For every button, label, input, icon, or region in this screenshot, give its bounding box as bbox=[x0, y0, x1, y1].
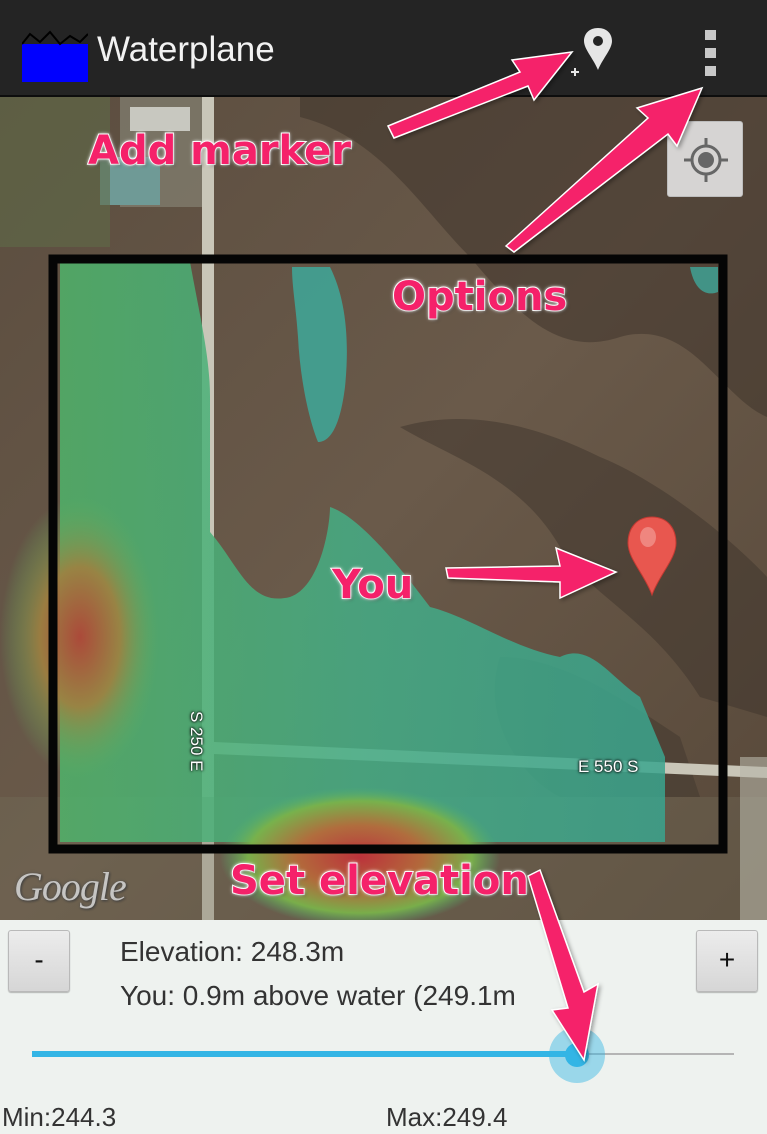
slider-thumb[interactable] bbox=[549, 1027, 605, 1083]
elevation-panel: - + Elevation: 248.3m You: 0.9m above wa… bbox=[0, 920, 767, 1134]
add-marker-icon[interactable] bbox=[560, 22, 620, 82]
action-bar: Waterplane bbox=[0, 0, 767, 97]
min-elevation-label: Min:244.3 bbox=[2, 1102, 117, 1132]
max-elevation-label: Max:249.4 bbox=[386, 1102, 508, 1132]
you-above-water-readout: You: 0.9m above water (249.1m bbox=[120, 980, 516, 1011]
waterplane-app-icon bbox=[22, 30, 88, 82]
decrease-elevation-button[interactable]: - bbox=[8, 930, 70, 992]
overflow-menu-icon[interactable] bbox=[692, 24, 730, 80]
slider-fill bbox=[32, 1051, 577, 1057]
annotation-add-marker: Add marker bbox=[87, 127, 352, 175]
my-location-button[interactable] bbox=[667, 121, 743, 197]
annotation-options: Options bbox=[391, 273, 568, 321]
annotation-set-elevation: Set elevation bbox=[229, 857, 530, 905]
my-location-icon bbox=[684, 138, 728, 182]
road-label-horizontal: E 550 S bbox=[578, 757, 639, 776]
increase-elevation-button[interactable]: + bbox=[696, 930, 758, 992]
google-attribution: Google bbox=[14, 864, 127, 909]
satellite-map bbox=[0, 97, 767, 920]
elevation-slider[interactable] bbox=[32, 1025, 734, 1085]
road-label-vertical: S 250 E bbox=[187, 711, 206, 772]
elevation-readout: Elevation: 248.3m bbox=[120, 936, 345, 967]
app-title: Waterplane bbox=[97, 30, 275, 69]
map-view[interactable]: S 250 E E 550 S Google bbox=[0, 97, 767, 920]
annotation-you: You bbox=[331, 561, 414, 609]
